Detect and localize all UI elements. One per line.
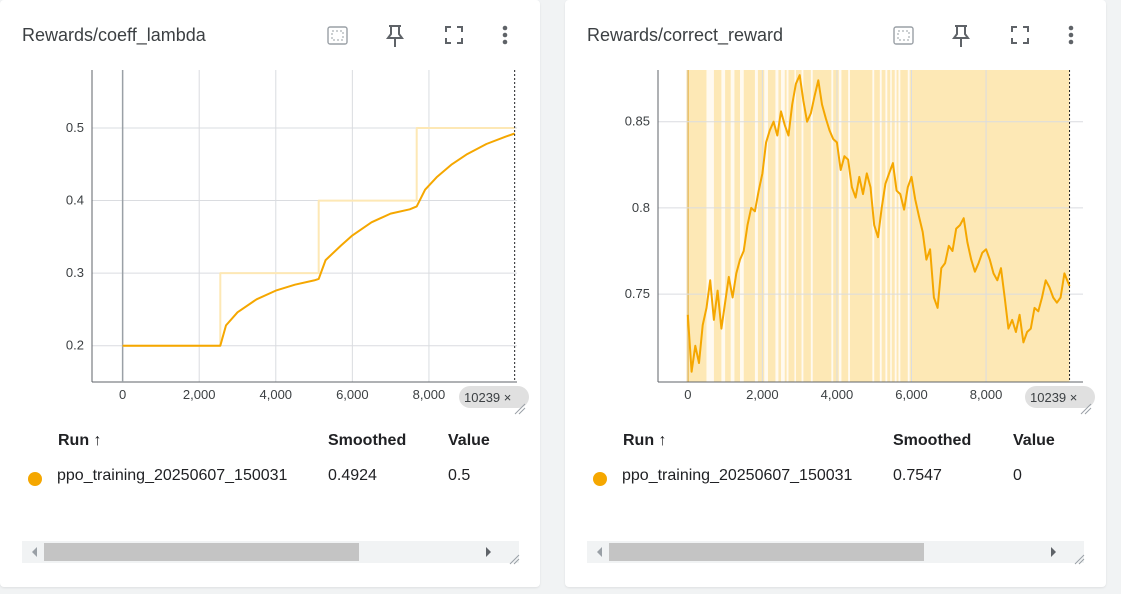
x-tick-label: 2,000 bbox=[746, 387, 779, 402]
raw-data-gap bbox=[894, 70, 897, 382]
line-chart[interactable]: 0.75 0.8 0.85 0 2,000 4,000 6,000 8,000 10239 × bbox=[565, 62, 1106, 424]
raw-value: 0 bbox=[1013, 467, 1022, 484]
fullscreen-icon bbox=[445, 26, 463, 44]
y-tick-label: 0.4 bbox=[66, 193, 84, 208]
scroll-right-arrow[interactable] bbox=[486, 547, 491, 557]
raw-data-gap bbox=[730, 70, 735, 382]
y-tick-label: 0.3 bbox=[66, 265, 84, 280]
smoothed-value: 0.4924 bbox=[328, 467, 377, 484]
fit-domain-button[interactable] bbox=[322, 20, 352, 50]
raw-data-gap bbox=[740, 70, 744, 382]
raw-data-gap bbox=[794, 70, 796, 382]
pin-button[interactable] bbox=[946, 20, 976, 50]
run-color-dot bbox=[28, 472, 42, 486]
raw-data-gap bbox=[898, 70, 901, 382]
smoothed-value: 0.7547 bbox=[893, 467, 942, 484]
raw-data-gap bbox=[754, 70, 758, 382]
run-name: ppo_training_20250607_150031 bbox=[622, 467, 853, 484]
x-tick-label: 0 bbox=[119, 387, 126, 402]
scrollbar-thumb[interactable] bbox=[44, 543, 359, 561]
more-vert-icon bbox=[1068, 25, 1074, 45]
column-header-smoothed[interactable]: Smoothed bbox=[328, 432, 406, 450]
chart-card-coeff-lambda: Rewards/coeff_lambda 0.2 0.3 0.4 0.5 0 2,000 4… bbox=[0, 0, 540, 587]
column-header-smoothed[interactable]: Smoothed bbox=[893, 432, 971, 450]
pin-icon bbox=[386, 25, 404, 47]
raw-data-gap bbox=[885, 70, 888, 382]
more-options-button[interactable] bbox=[1056, 20, 1086, 50]
x-tick-label: 6,000 bbox=[336, 387, 369, 402]
column-header-run[interactable]: Run ↑ bbox=[58, 432, 102, 450]
chart-title: Rewards/correct_reward bbox=[587, 25, 784, 45]
pin-button[interactable] bbox=[380, 20, 410, 50]
raw-data-gap bbox=[848, 70, 850, 382]
raw-data-gap bbox=[775, 70, 779, 382]
resize-handle-icon[interactable] bbox=[506, 551, 520, 565]
x-tick-label: 8,000 bbox=[970, 387, 1003, 402]
scroll-right-arrow[interactable] bbox=[1051, 547, 1056, 557]
fit-domain-button[interactable] bbox=[888, 20, 918, 50]
more-vert-icon bbox=[502, 25, 508, 45]
raw-data-gap bbox=[721, 70, 726, 382]
run-name: ppo_training_20250607_150031 bbox=[57, 467, 288, 484]
line-chart[interactable]: 0.2 0.3 0.4 0.5 0 2,000 4,000 6,000 8,000 10239 × bbox=[0, 62, 540, 424]
raw-data-gap bbox=[764, 70, 768, 382]
y-tick-label: 0.75 bbox=[625, 286, 650, 301]
y-tick-label: 0.5 bbox=[66, 120, 84, 135]
pin-icon bbox=[952, 25, 970, 47]
column-header-run[interactable]: Run ↑ bbox=[623, 432, 667, 450]
horizontal-scrollbar[interactable] bbox=[587, 541, 1084, 563]
more-options-button[interactable] bbox=[490, 20, 520, 50]
scrollbar-thumb[interactable] bbox=[609, 543, 924, 561]
fullscreen-icon bbox=[1011, 26, 1029, 44]
x-tick-label: 2,000 bbox=[183, 387, 216, 402]
raw-value: 0.5 bbox=[448, 467, 471, 484]
fit-domain-icon bbox=[327, 26, 348, 45]
y-tick-label: 0.2 bbox=[66, 338, 84, 353]
run-color-dot bbox=[593, 472, 607, 486]
x-tick-label: 6,000 bbox=[895, 387, 928, 402]
x-tick-label: 8,000 bbox=[413, 387, 446, 402]
y-tick-label: 0.8 bbox=[632, 200, 650, 215]
hover-step-label: 10239 × bbox=[1030, 390, 1077, 405]
raw-data-gap bbox=[838, 70, 842, 382]
fullscreen-button[interactable] bbox=[1005, 20, 1035, 50]
raw-data-gap bbox=[810, 70, 813, 382]
x-tick-label: 4,000 bbox=[260, 387, 293, 402]
fit-domain-icon bbox=[893, 26, 914, 45]
x-tick-label: 4,000 bbox=[821, 387, 854, 402]
raw-data-gap bbox=[890, 70, 892, 382]
raw-data-gap bbox=[831, 70, 834, 382]
chart-title: Rewards/coeff_lambda bbox=[22, 25, 206, 45]
y-tick-label: 0.85 bbox=[625, 114, 650, 129]
raw-data-gap bbox=[801, 70, 804, 382]
fullscreen-button[interactable] bbox=[439, 20, 469, 50]
horizontal-scrollbar[interactable] bbox=[22, 541, 519, 563]
scroll-left-arrow[interactable] bbox=[597, 547, 602, 557]
resize-handle-icon[interactable] bbox=[1071, 551, 1085, 565]
raw-data-gap bbox=[907, 70, 910, 382]
raw-data-gap bbox=[706, 70, 714, 382]
chart-card-correct-reward: Rewards/correct_reward 0.75 0.8 0.85 0 2,000… bbox=[565, 0, 1106, 587]
x-tick-label: 0 bbox=[684, 387, 691, 402]
scroll-left-arrow[interactable] bbox=[32, 547, 37, 557]
hover-step-label: 10239 × bbox=[464, 390, 511, 405]
column-header-value[interactable]: Value bbox=[448, 432, 490, 450]
column-header-value[interactable]: Value bbox=[1013, 432, 1055, 450]
raw-data-gap bbox=[786, 70, 789, 382]
